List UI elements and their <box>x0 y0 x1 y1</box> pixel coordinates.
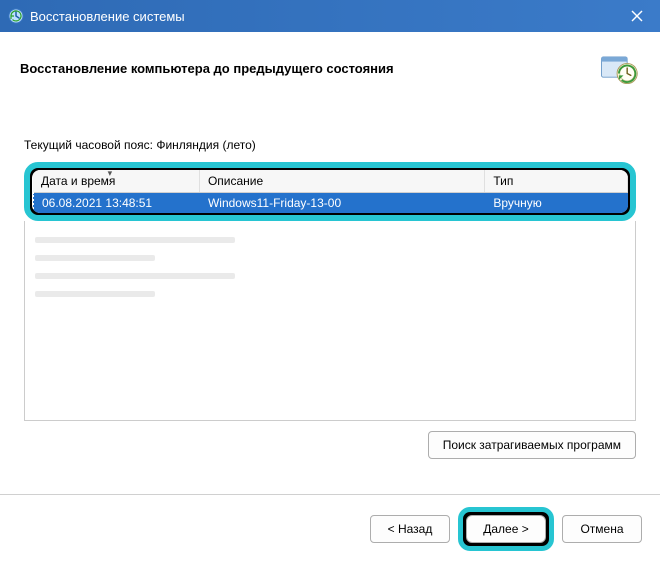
table-row[interactable]: 06.08.2021 13:48:51 Windows11-Friday-13-… <box>33 193 628 214</box>
next-button[interactable]: Далее > <box>466 515 546 543</box>
content-area: Текущий часовой пояс: Финляндия (лето) Д… <box>0 98 660 494</box>
close-icon <box>631 10 643 22</box>
column-header-type[interactable]: Тип <box>485 170 628 193</box>
titlebar: Восстановление системы <box>0 0 660 32</box>
sort-desc-icon: ▾ <box>108 170 113 179</box>
faded-placeholder <box>35 237 235 309</box>
system-restore-window: Восстановление системы Восстановление ко… <box>0 0 660 563</box>
wizard-footer: < Назад Далее > Отмена <box>0 494 660 563</box>
system-restore-icon <box>8 8 24 24</box>
cancel-button[interactable]: Отмена <box>562 515 642 543</box>
next-button-highlight: Далее > <box>458 507 554 551</box>
back-button[interactable]: < Назад <box>370 515 450 543</box>
scan-affected-programs-button[interactable]: Поиск затрагиваемых программ <box>428 431 636 459</box>
restore-points-table[interactable]: Дата и время ▾ Описание Тип 06.08.2021 1… <box>32 170 628 213</box>
column-header-datetime[interactable]: Дата и время ▾ <box>33 170 199 193</box>
column-header-datetime-label: Дата и время <box>41 174 115 188</box>
restore-points-list-empty-area <box>24 221 636 421</box>
page-title: Восстановление компьютера до предыдущего… <box>20 61 596 76</box>
column-header-description[interactable]: Описание <box>199 170 484 193</box>
restore-points-highlight: Дата и время ▾ Описание Тип 06.08.2021 1… <box>24 162 636 221</box>
cell-type: Вручную <box>485 193 628 214</box>
close-button[interactable] <box>614 0 660 32</box>
page-header: Восстановление компьютера до предыдущего… <box>0 32 660 98</box>
table-header-row: Дата и время ▾ Описание Тип <box>33 170 628 193</box>
window-title: Восстановление системы <box>30 9 614 24</box>
scan-button-row: Поиск затрагиваемых программ <box>24 431 636 459</box>
timezone-label: Текущий часовой пояс: Финляндия (лето) <box>24 138 636 152</box>
cell-datetime: 06.08.2021 13:48:51 <box>33 193 199 214</box>
cell-description: Windows11-Friday-13-00 <box>199 193 484 214</box>
restore-clock-icon <box>596 46 640 90</box>
